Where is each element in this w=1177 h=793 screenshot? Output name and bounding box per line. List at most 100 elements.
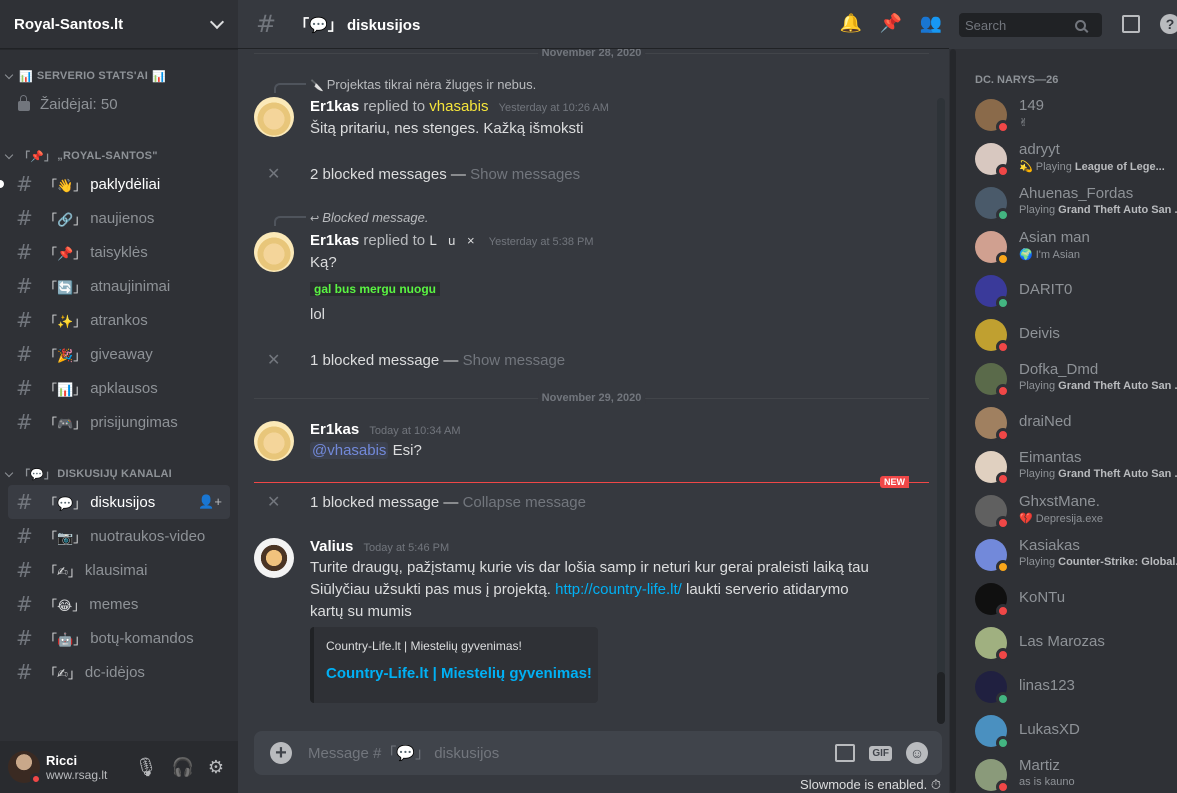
members-scrollbar[interactable] [949,49,957,793]
avatar[interactable] [254,538,294,578]
reply-preview[interactable]: 🔪 Projektas tikrai nėra žlugęs ir nebus. [310,77,536,92]
channel-name: dc-idėjos [84,663,145,681]
channel-dc-idėjos[interactable]: # 「✍」 dc-idėjos [8,655,230,689]
status-online-icon [996,296,1010,310]
upload-plus-icon[interactable]: + [270,742,292,764]
member-item[interactable]: 149 ✌ [975,93,1177,135]
pin-icon[interactable]: 📌 [880,12,902,34]
member-item[interactable]: Kasiakas Playing Counter-Strike: Global..… [975,533,1177,575]
member-item[interactable]: Deivis [975,313,1177,355]
channel-name: naujienos [90,209,155,227]
hash-icon: # [256,10,277,38]
member-item[interactable]: draiNed [975,401,1177,443]
message-composer: + GIF ☺ [254,731,942,775]
members-icon[interactable]: 👥 [920,12,942,34]
avatar[interactable] [254,421,294,461]
member-item[interactable]: Las Marozas [975,621,1177,663]
avatar[interactable] [254,97,294,137]
gift-icon[interactable] [835,744,856,762]
close-icon[interactable]: ✕ [267,164,280,184]
timestamp: Today at 10:34 AM [369,425,461,437]
hash-icon: # [16,410,33,434]
member-item[interactable]: DARIT0 [975,269,1177,311]
channel-nuotraukos-video[interactable]: # 「📷」 nuotraukos-video [8,519,230,553]
scrollbar-thumb[interactable] [937,672,945,724]
channel-taisyklės[interactable]: # 「📌」 taisyklės [8,235,230,269]
reply-target-user[interactable]: ᒪ u × [429,233,478,248]
channel-memes[interactable]: # 「😂」 memes [8,587,230,621]
member-item[interactable]: Eimantas Playing Grand Theft Auto San ... [975,445,1177,487]
status-dnd-icon [996,164,1010,178]
microphone-icon[interactable]: 🎙 [135,757,158,778]
gear-icon[interactable]: ⚙ [208,757,224,778]
date-label: November 28, 2020 [537,49,646,59]
bell-icon[interactable]: 🔔 [840,12,862,34]
category-stats[interactable]: 📊 SERVERIO STATS'AI 📊 [0,65,238,87]
inbox-icon[interactable] [1122,15,1140,33]
avatar[interactable] [8,751,42,785]
channel-name: atrankos [90,311,148,329]
member-item[interactable]: Martiz as is kauno [975,753,1177,793]
channel-naujienos[interactable]: # 「🔗」 naujienos [8,201,230,235]
hash-icon: # [16,524,33,548]
reply-target-user[interactable]: vhasabis [429,98,488,115]
close-icon[interactable]: ✕ [267,492,280,512]
channel-prisijungimas[interactable]: # 「🎮」 prisijungimas [8,405,230,439]
server-header[interactable]: Royal-Santos.lt [0,0,238,49]
member-item[interactable]: adryyt 💫 Playing League of Lege... [975,137,1177,179]
channel-emoji: 「💬」 [44,495,87,511]
message-link[interactable]: http://country-life.lt/ [555,581,682,598]
reply-preview[interactable]: ↩ Blocked message. [310,210,428,225]
member-item[interactable]: LukasXD [975,709,1177,751]
add-member-icon[interactable]: 👤+ [198,494,222,510]
channel-paklydėliai[interactable]: # 「👋」 paklydėliai [0,167,230,201]
channel-apklausos[interactable]: # 「📊」 apklausos [8,371,230,405]
channel-emoji: 「🎮」 [44,415,87,431]
chevron-down-icon[interactable] [209,14,225,29]
message-author[interactable]: Er1kas [310,98,359,115]
member-item[interactable]: linas123 [975,665,1177,707]
member-item[interactable]: GhxstMane. 💔 Depresija.exe [975,489,1177,531]
avatar[interactable] [254,232,294,272]
channel-title: 「💬」 diskusijos [294,16,421,34]
spoiler-text[interactable]: gal bus mergu nuogu [310,282,440,296]
channel-giveaway[interactable]: # 「🎉」 giveaway [8,337,230,371]
member-item[interactable]: Dofka_Dmd Playing Grand Theft Auto San ..… [975,357,1177,399]
channel-atrankos[interactable]: # 「✨」 atrankos [8,303,230,337]
scrollbar-track[interactable] [937,98,945,709]
member-item[interactable]: Ahuenas_Fordas Playing Grand Theft Auto S… [975,181,1177,223]
embed-title-link[interactable]: Country-Life.lt | Miestelių gyvenimas! [326,665,592,682]
show-messages-link[interactable]: Show messages [470,166,580,183]
reply-connector [274,83,306,93]
headphones-icon[interactable]: 🎧 [171,757,193,778]
emoji-icon[interactable]: ☺ [906,742,928,764]
message-list: November 28, 2020 🔪 Projektas tikrai nėra… [238,49,949,709]
category-kanalai[interactable]: 「💬」 DISKUSIJŲ KANALAI [0,463,238,485]
user-mention[interactable]: @vhasabis [310,442,389,459]
category-royal[interactable]: 「📌」 „ROYAL-SANTOS" [0,145,238,167]
member-activity: Playing Grand Theft Auto San ... [1019,204,1177,216]
channel-name: prisijungimas [90,413,178,431]
channel-diskusijos[interactable]: # 「💬」 diskusijos 👤+ [8,485,230,519]
channel-atnaujinimai[interactable]: # 「🔄」 atnaujinimai [8,269,230,303]
member-activity: ✌ [1019,117,1029,129]
collapse-message-link[interactable]: Collapse message [463,494,586,511]
message-input[interactable] [308,744,836,762]
status-dnd-icon [996,120,1010,134]
search-box[interactable] [959,13,1102,37]
member-item[interactable]: KoNTu [975,577,1177,619]
member-item[interactable]: Asian man 🌍 I'm Asian [975,225,1177,267]
show-message-link[interactable]: Show message [463,352,566,369]
gif-icon[interactable]: GIF [869,745,892,761]
message-author[interactable]: Er1kas [310,232,359,249]
search-input[interactable] [965,17,1075,33]
channel-klausimai[interactable]: # 「✍」 klausimai [8,553,230,587]
channel-botų-komandos[interactable]: # 「🤖」 botų-komandos [8,621,230,655]
message-author[interactable]: Er1kas [310,421,359,438]
help-icon[interactable]: ? [1160,14,1177,34]
hash-icon: # [16,308,33,332]
message-author[interactable]: Valius [310,538,353,555]
channel-emoji: 「🤖」 [44,631,87,647]
close-icon[interactable]: ✕ [267,350,280,370]
voice-channel-players[interactable]: Žaidėjai: 50 [16,87,238,121]
